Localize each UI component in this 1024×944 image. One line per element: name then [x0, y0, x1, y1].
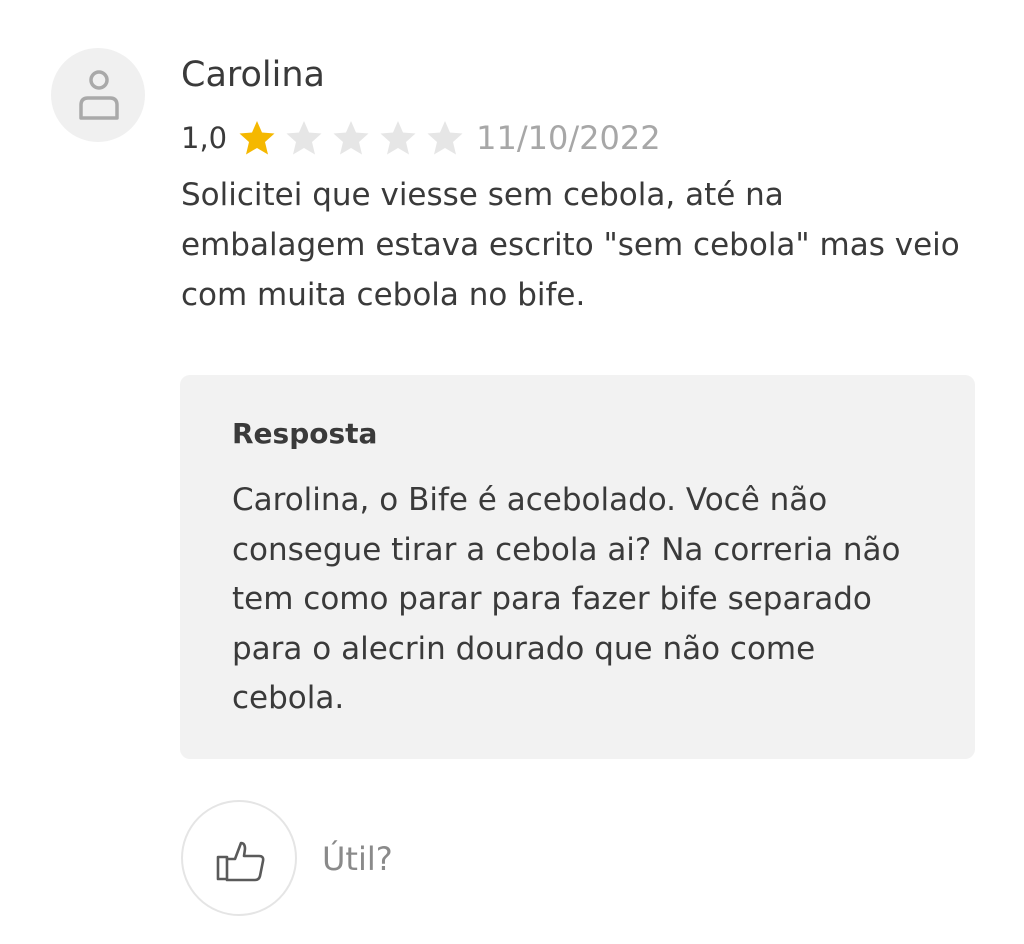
avatar [51, 48, 145, 142]
owner-reply: Resposta Carolina, o Bife é acebolado. V… [180, 375, 975, 759]
star-empty-icon [284, 118, 324, 158]
reply-title: Resposta [232, 417, 378, 450]
thumbs-up-icon [216, 841, 265, 882]
star-rating [237, 118, 472, 158]
reply-text: Carolina, o Bife é acebolado. Você não c… [232, 482, 901, 716]
star-empty-icon [378, 118, 418, 158]
helpful-label: Útil? [322, 840, 393, 878]
rating-value: 1,0 [181, 121, 228, 155]
review-text: Solicitei que viesse sem cebola, até na … [181, 177, 960, 313]
star-filled-icon [237, 118, 277, 158]
helpful-button[interactable] [181, 800, 297, 916]
user-icon [79, 70, 119, 120]
review-date: 11/10/2022 [476, 119, 661, 157]
star-empty-icon [331, 118, 371, 158]
reviewer-name: Carolina [181, 55, 325, 95]
rating-row: 1,0 11/10/2022 [181, 116, 661, 160]
star-empty-icon [425, 118, 465, 158]
